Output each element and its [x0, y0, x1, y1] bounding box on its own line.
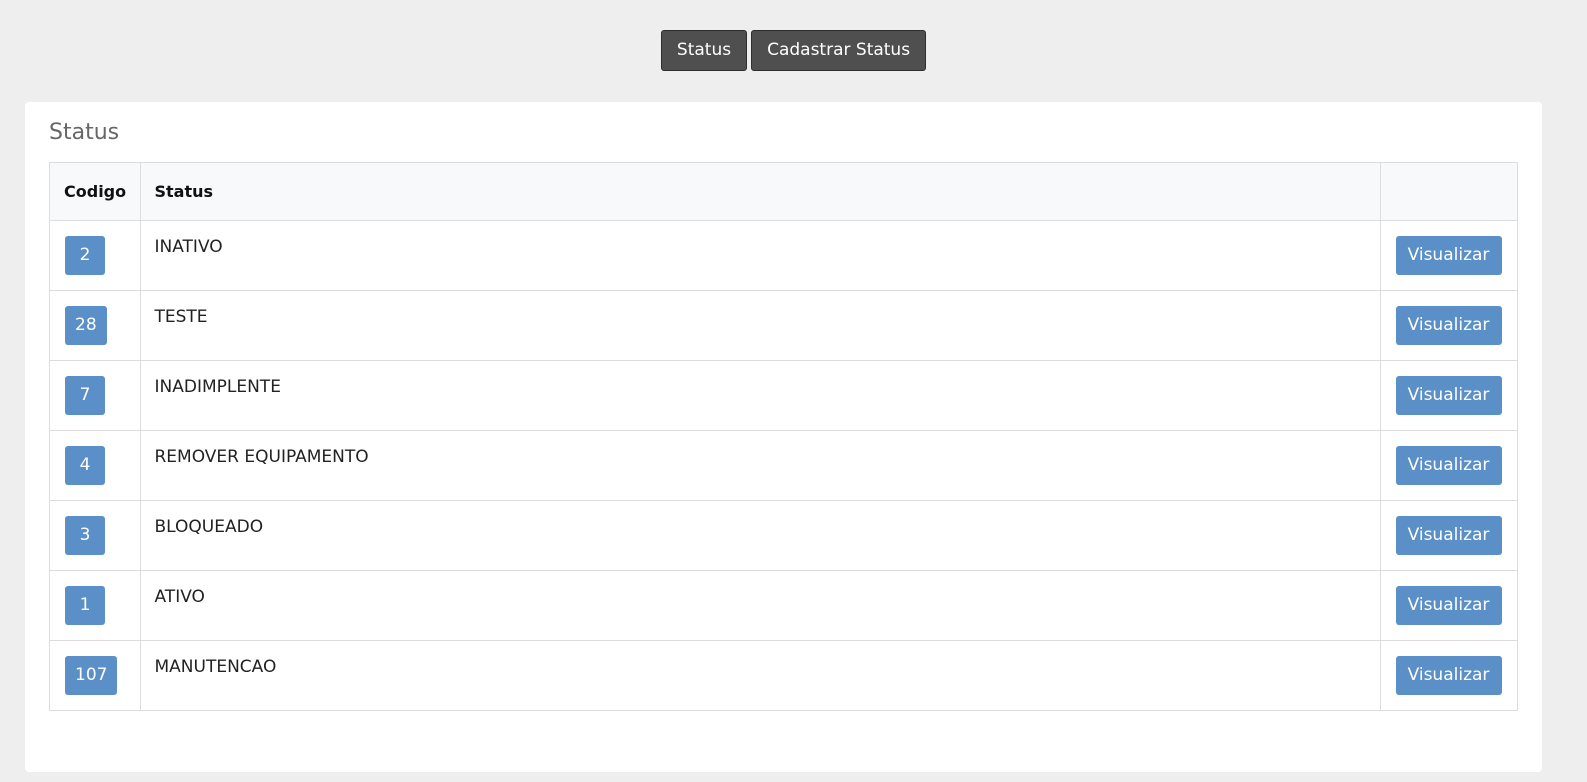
- status-label: REMOVER EQUIPAMENTO: [154, 446, 369, 467]
- cell-action: Visualizar: [1379, 290, 1517, 360]
- cell-code: 7: [50, 360, 140, 430]
- code-badge: 28: [65, 305, 107, 345]
- code-badge: 4: [65, 445, 105, 485]
- cell-action: Visualizar: [1379, 220, 1517, 290]
- status-panel: Status Codigo Status 2 INATIVO Visualiza…: [25, 102, 1542, 772]
- status-label: TESTE: [154, 306, 208, 327]
- table-row: 1 ATIVO Visualizar: [50, 570, 1517, 640]
- status-nav-button[interactable]: Status: [660, 30, 748, 71]
- register-status-button[interactable]: Cadastrar Status: [751, 30, 927, 71]
- table-row: 4 REMOVER EQUIPAMENTO Visualizar: [50, 430, 1517, 500]
- cell-code: 4: [50, 430, 140, 500]
- cell-status: INADIMPLENTE: [139, 360, 1380, 430]
- status-label: BLOQUEADO: [154, 516, 264, 537]
- cell-action: Visualizar: [1379, 360, 1517, 430]
- cell-status: BLOQUEADO: [139, 500, 1380, 570]
- view-button[interactable]: Visualizar: [1395, 375, 1502, 415]
- header-code: Codigo: [50, 163, 140, 221]
- view-button[interactable]: Visualizar: [1395, 655, 1502, 695]
- view-button[interactable]: Visualizar: [1395, 585, 1502, 625]
- code-badge: 107: [65, 655, 118, 695]
- cell-code: 3: [50, 500, 140, 570]
- cell-code: 2: [50, 220, 140, 290]
- cell-code: 107: [50, 640, 140, 710]
- header-status: Status: [139, 163, 1380, 221]
- view-button[interactable]: Visualizar: [1395, 305, 1502, 345]
- table-row: 7 INADIMPLENTE Visualizar: [50, 360, 1517, 430]
- top-navigation: Status Cadastrar Status: [0, 30, 1587, 71]
- cell-status: REMOVER EQUIPAMENTO: [139, 430, 1380, 500]
- panel-title: Status: [49, 120, 120, 145]
- table-row: 107 MANUTENCAO Visualizar: [50, 640, 1517, 710]
- status-label: MANUTENCAO: [154, 656, 277, 677]
- cell-status: TESTE: [139, 290, 1380, 360]
- status-label: ATIVO: [154, 586, 205, 607]
- status-label: INADIMPLENTE: [154, 376, 281, 397]
- cell-status: MANUTENCAO: [139, 640, 1380, 710]
- code-badge: 2: [65, 235, 105, 275]
- view-button[interactable]: Visualizar: [1395, 235, 1502, 275]
- cell-action: Visualizar: [1379, 430, 1517, 500]
- status-table-container: Codigo Status 2 INATIVO Visualizar 28 TE…: [49, 162, 1518, 711]
- code-badge: 1: [65, 585, 105, 625]
- cell-action: Visualizar: [1379, 570, 1517, 640]
- cell-action: Visualizar: [1379, 640, 1517, 710]
- cell-action: Visualizar: [1379, 500, 1517, 570]
- view-button[interactable]: Visualizar: [1395, 445, 1502, 485]
- header-action: [1379, 163, 1517, 221]
- cell-code: 1: [50, 570, 140, 640]
- table-header-row: Codigo Status: [50, 163, 1517, 221]
- cell-code: 28: [50, 290, 140, 360]
- cell-status: ATIVO: [139, 570, 1380, 640]
- status-table: Codigo Status 2 INATIVO Visualizar 28 TE…: [50, 163, 1517, 710]
- cell-status: INATIVO: [139, 220, 1380, 290]
- table-row: 28 TESTE Visualizar: [50, 290, 1517, 360]
- table-row: 3 BLOQUEADO Visualizar: [50, 500, 1517, 570]
- table-row: 2 INATIVO Visualizar: [50, 220, 1517, 290]
- code-badge: 3: [65, 515, 105, 555]
- status-label: INATIVO: [154, 236, 223, 257]
- view-button[interactable]: Visualizar: [1395, 515, 1502, 555]
- code-badge: 7: [65, 375, 105, 415]
